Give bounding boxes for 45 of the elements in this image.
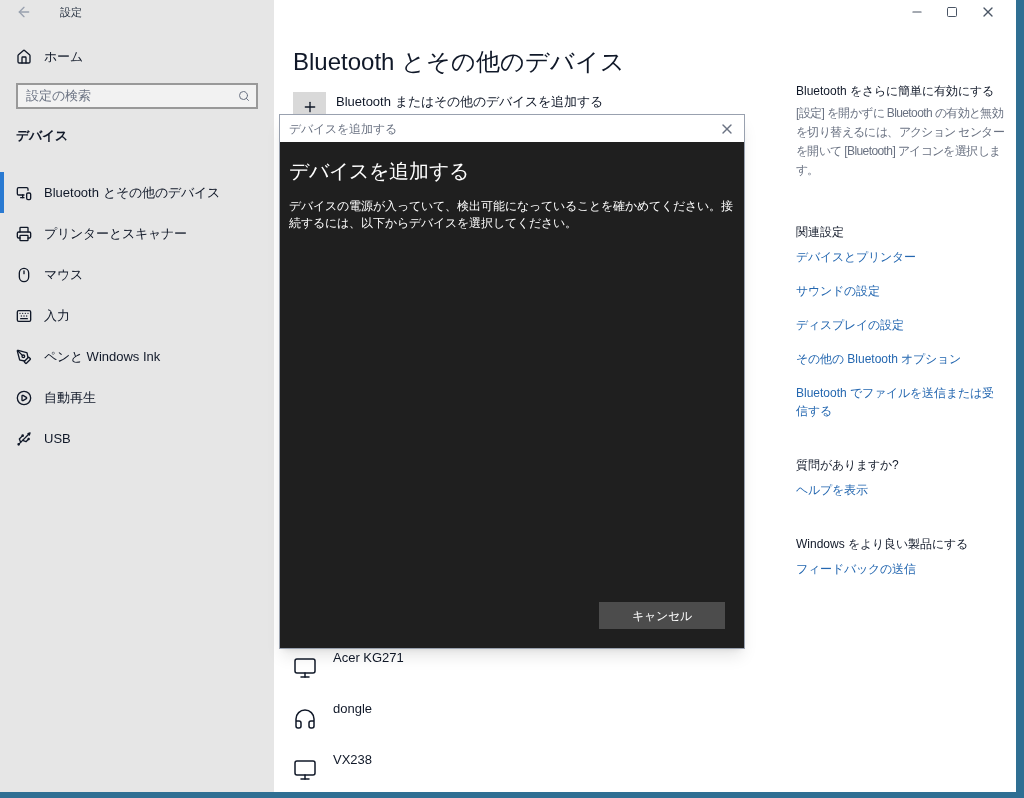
dialog-heading: デバイスを追加する [289,159,470,184]
cancel-button[interactable]: キャンセル [599,602,725,629]
section-heading: Windows をより良い製品にする [796,536,969,553]
section-heading: デバイス [15,126,69,145]
device-name[interactable]: VX238 [333,750,373,770]
dialog-title: デバイスを追加する [289,120,397,138]
sidebar-item[interactable]: Bluetooth とその他のデバイス [0,172,274,213]
device-name[interactable]: dongle [333,699,373,719]
device-name[interactable]: Acer KG271 [333,648,404,668]
headset-icon [293,707,317,731]
settings-link[interactable]: サウンドの設定 [796,282,1000,300]
usb-icon [16,430,32,447]
printer-icon [16,225,32,242]
add-device-link[interactable]: Bluetooth またはその他のデバイスを追加する [336,92,603,112]
keyboard-icon [16,307,32,324]
settings-link[interactable]: フィードバックの送信 [796,560,1000,578]
search-field[interactable]: 設定の検索 [16,82,258,109]
sidebar-item[interactable]: プリンターとスキャナー [0,213,274,254]
settings-link[interactable]: その他の Bluetooth オプション [796,350,1000,368]
sidebar-item[interactable]: 自動再生 [0,377,274,418]
devices-icon [16,184,32,201]
search-icon [238,89,250,102]
section-heading: 関連設定 [796,224,845,241]
settings-link[interactable]: ディスプレイの設定 [796,316,1000,334]
monitor-icon [293,758,317,782]
help-text: [設定] を開かずに Bluetooth の有効と無効を切り替えるには、アクション センターを開いて [Bluetooth] アイコンを選択します。 [796,105,1005,179]
play-icon [16,389,32,406]
sidebar-item[interactable]: USB [0,418,274,459]
pen-icon [16,348,32,365]
section-heading: 質問がありますか? [796,457,900,474]
home-icon [16,48,32,65]
settings-link[interactable]: ヘルプを表示 [796,481,1000,499]
sidebar-item[interactable]: ペンと Windows Ink [0,336,274,377]
mouse-icon [16,266,32,283]
monitor-icon [293,656,317,680]
home-link[interactable]: ホーム [0,47,274,67]
window-title: 設定 [60,4,82,20]
sidebar-item[interactable]: 入力 [0,295,274,336]
maximize-icon[interactable] [946,6,958,18]
page-title: Bluetooth とその他のデバイス [293,47,627,77]
sidebar-item[interactable]: マウス [0,254,274,295]
section-heading: Bluetooth をさらに簡単に有効にする [796,83,996,100]
settings-link[interactable]: デバイスとプリンター [796,248,1000,266]
settings-link[interactable]: Bluetooth でファイルを送信または受信する [796,384,1000,420]
dialog-description: デバイスの電源が入っていて、検出可能になっていることを確かめてください。接続するには、以下からデバイスを選択してください。 [289,198,734,232]
